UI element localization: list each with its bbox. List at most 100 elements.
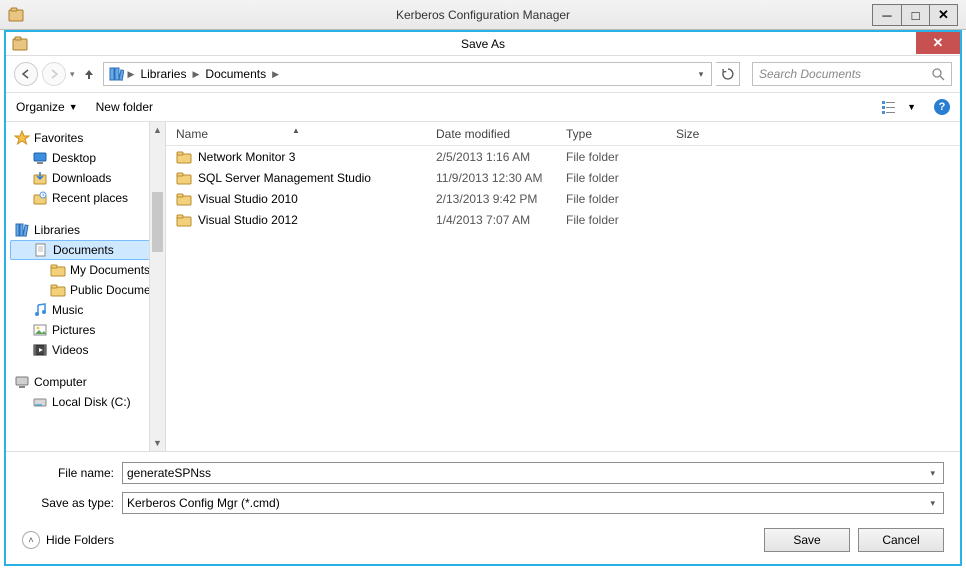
tree-label: Favorites xyxy=(34,131,83,145)
file-name-row: File name: generateSPNss ▾ xyxy=(22,462,944,484)
tree-videos[interactable]: Videos xyxy=(10,340,165,360)
col-size-header[interactable]: Size xyxy=(666,127,746,141)
tree-desktop[interactable]: Desktop xyxy=(10,148,165,168)
save-button[interactable]: Save xyxy=(764,528,850,552)
file-name-input[interactable]: generateSPNss ▾ xyxy=(122,462,944,484)
dialog-icon xyxy=(12,36,28,52)
sort-asc-icon: ▲ xyxy=(292,126,300,135)
file-rows: Network Monitor 3 2/5/2013 1:16 AM File … xyxy=(166,146,960,451)
libraries-icon xyxy=(14,222,30,238)
tree-label: Pictures xyxy=(52,323,95,337)
view-options-button[interactable]: ▼ xyxy=(882,100,916,114)
col-name-header[interactable]: ▲ Name xyxy=(166,127,426,141)
file-row[interactable]: SQL Server Management Studio 11/9/2013 1… xyxy=(166,167,960,188)
tree-label: Videos xyxy=(52,343,88,357)
back-button[interactable] xyxy=(14,62,38,86)
scroll-thumb[interactable] xyxy=(152,192,163,252)
up-button[interactable] xyxy=(79,64,99,84)
refresh-icon xyxy=(721,67,735,81)
tree-pictures[interactable]: Pictures xyxy=(10,320,165,340)
up-icon xyxy=(82,67,96,81)
file-row[interactable]: Visual Studio 2012 1/4/2013 7:07 AM File… xyxy=(166,209,960,230)
forward-icon xyxy=(48,68,60,80)
desktop-icon xyxy=(32,150,48,166)
app-title: Kerberos Configuration Manager xyxy=(396,8,570,22)
file-date: 1/4/2013 7:07 AM xyxy=(426,213,556,227)
scroll-up-icon[interactable]: ▲ xyxy=(150,122,165,138)
tree-favorites[interactable]: Favorites xyxy=(10,128,165,148)
recent-icon xyxy=(32,190,48,206)
file-row[interactable]: Network Monitor 3 2/5/2013 1:16 AM File … xyxy=(166,146,960,167)
hide-folders-button[interactable]: ˄ Hide Folders xyxy=(22,531,114,549)
back-icon xyxy=(20,68,32,80)
save-type-row: Save as type: Kerberos Config Mgr (*.cmd… xyxy=(22,492,944,514)
refresh-button[interactable] xyxy=(716,62,740,86)
chevron-down-icon[interactable]: ▾ xyxy=(926,468,939,479)
file-date: 2/5/2013 1:16 AM xyxy=(426,150,556,164)
disk-icon xyxy=(32,394,48,410)
tree-recent[interactable]: Recent places xyxy=(10,188,165,208)
app-titlebar: Kerberos Configuration Manager ─ □ ✕ xyxy=(0,0,966,30)
save-type-value: Kerberos Config Mgr (*.cmd) xyxy=(127,496,926,510)
pictures-icon xyxy=(32,322,48,338)
organize-button[interactable]: Organize ▼ xyxy=(16,100,78,114)
col-date-header[interactable]: Date modified xyxy=(426,127,556,141)
tree-libraries[interactable]: Libraries xyxy=(10,220,165,240)
file-date: 11/9/2013 12:30 AM xyxy=(426,171,556,185)
save-type-label: Save as type: xyxy=(22,496,122,510)
col-type-header[interactable]: Type xyxy=(556,127,666,141)
tree-public-documents[interactable]: Public Documents xyxy=(10,280,165,300)
folder-icon xyxy=(176,212,192,228)
dialog-close-button[interactable]: ✕ xyxy=(916,32,960,54)
app-icon xyxy=(8,7,24,23)
tree-label: Downloads xyxy=(52,171,111,185)
close-button[interactable]: ✕ xyxy=(929,5,957,25)
tree-downloads[interactable]: Downloads xyxy=(10,168,165,188)
tree-computer[interactable]: Computer xyxy=(10,372,165,392)
save-type-select[interactable]: Kerberos Config Mgr (*.cmd) ▾ xyxy=(122,492,944,514)
tree-label: Local Disk (C:) xyxy=(52,395,131,409)
chevron-down-icon: ▼ xyxy=(69,102,78,112)
minimize-button[interactable]: ─ xyxy=(873,5,901,25)
tree-label: Desktop xyxy=(52,151,96,165)
search-input[interactable]: Search Documents xyxy=(752,62,952,86)
chevron-down-icon[interactable]: ▾ xyxy=(926,498,939,509)
breadcrumb-sep-icon: ▶ xyxy=(192,69,199,80)
tree-documents[interactable]: Documents xyxy=(10,240,165,260)
forward-button[interactable] xyxy=(42,62,66,86)
file-date: 2/13/2013 9:42 PM xyxy=(426,192,556,206)
chevron-down-icon: ▼ xyxy=(907,102,916,112)
history-dropdown-icon[interactable]: ▾ xyxy=(691,69,711,80)
tree-label: Documents xyxy=(53,243,114,257)
tree-label: Recent places xyxy=(52,191,128,205)
nav-pane: Favorites Desktop Downloads Recent place… xyxy=(6,122,166,451)
breadcrumb-documents[interactable]: Documents xyxy=(203,67,268,81)
music-icon xyxy=(32,302,48,318)
maximize-button[interactable]: □ xyxy=(901,5,929,25)
file-type: File folder xyxy=(556,192,666,206)
nav-row: ▾ ▶ Libraries ▶ Documents ▶ ▾ Search Doc… xyxy=(6,56,960,92)
folder-icon xyxy=(176,149,192,165)
tree-local-disk[interactable]: Local Disk (C:) xyxy=(10,392,165,412)
cancel-button[interactable]: Cancel xyxy=(858,528,944,552)
window-buttons: ─ □ ✕ xyxy=(872,4,958,26)
tree-my-documents[interactable]: My Documents xyxy=(10,260,165,280)
breadcrumb-sep-icon: ▶ xyxy=(272,69,279,80)
tree-label: Music xyxy=(52,303,83,317)
tree-music[interactable]: Music xyxy=(10,300,165,320)
file-name: Visual Studio 2012 xyxy=(198,213,298,227)
toolbar: Organize ▼ New folder ▼ ? xyxy=(6,92,960,122)
nav-scrollbar[interactable]: ▲ ▼ xyxy=(149,122,165,451)
search-placeholder: Search Documents xyxy=(759,67,931,81)
new-folder-button[interactable]: New folder xyxy=(96,100,153,114)
dialog-body: Favorites Desktop Downloads Recent place… xyxy=(6,122,960,451)
breadcrumb[interactable]: ▶ Libraries ▶ Documents ▶ ▾ xyxy=(103,62,712,86)
tree-label: Libraries xyxy=(34,223,80,237)
file-row[interactable]: Visual Studio 2010 2/13/2013 9:42 PM Fil… xyxy=(166,188,960,209)
scroll-down-icon[interactable]: ▼ xyxy=(150,435,165,451)
recent-dropdown-icon[interactable]: ▾ xyxy=(70,69,75,80)
tree-label: Computer xyxy=(34,375,87,389)
help-button[interactable]: ? xyxy=(934,99,950,115)
breadcrumb-libraries[interactable]: Libraries xyxy=(138,67,188,81)
file-type: File folder xyxy=(556,213,666,227)
